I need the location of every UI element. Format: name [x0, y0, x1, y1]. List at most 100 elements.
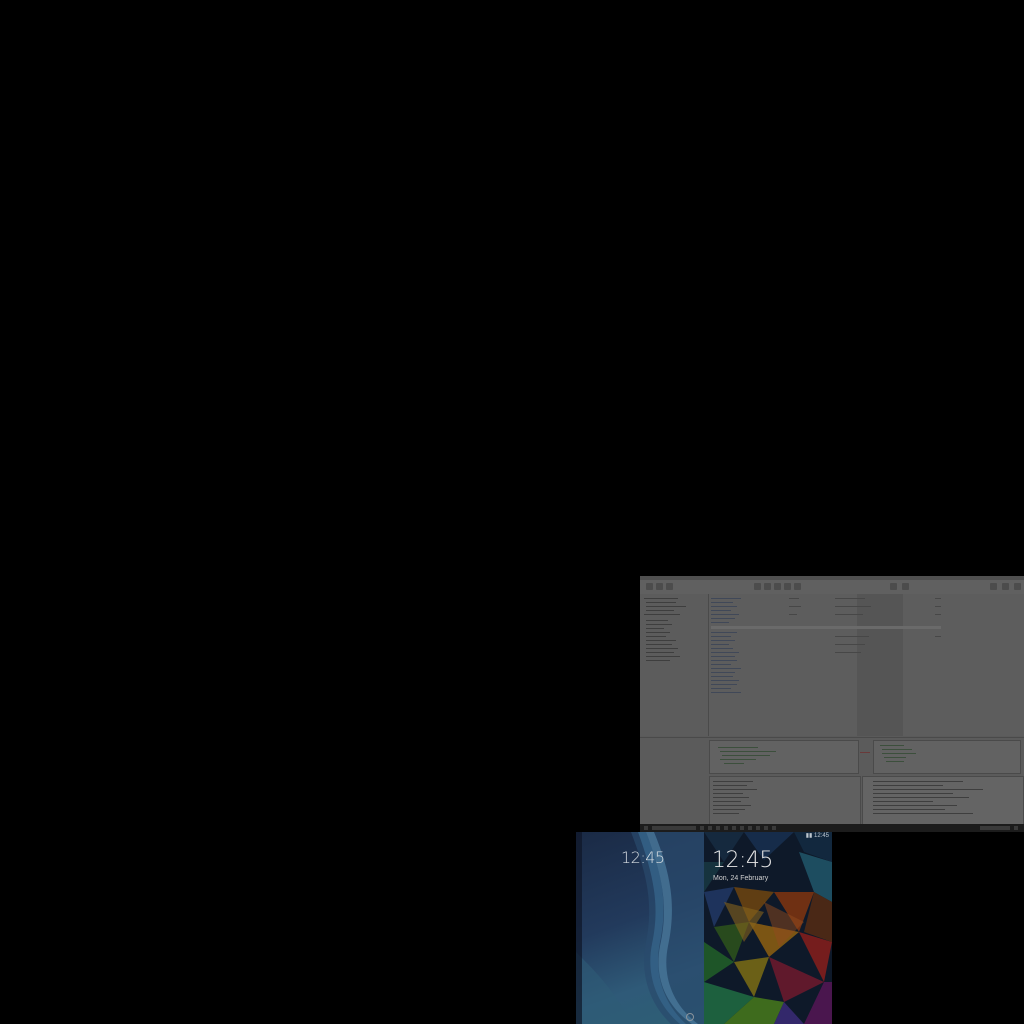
tree-item[interactable] — [646, 640, 676, 641]
table-row[interactable] — [711, 664, 731, 665]
table-row[interactable] — [711, 672, 735, 673]
table-row[interactable] — [711, 692, 741, 693]
taskbar-app-icon[interactable] — [700, 826, 704, 830]
status-time: 12:45 — [813, 833, 829, 839]
phone-lockscreen-right[interactable]: ▮▮ 12:45 12:45 Mon, 24 February — [704, 832, 832, 1024]
tree-item[interactable] — [646, 602, 676, 603]
table-row[interactable] — [711, 618, 735, 619]
tree-item[interactable] — [646, 632, 670, 633]
toolbar-button-icon[interactable] — [1002, 583, 1009, 590]
taskbar-app-icon[interactable] — [764, 826, 768, 830]
table-row[interactable] — [711, 622, 729, 623]
table-row[interactable] — [711, 644, 729, 645]
toolbar-button-icon[interactable] — [794, 583, 801, 590]
tree-item[interactable] — [646, 656, 680, 657]
tree-item[interactable] — [646, 606, 686, 607]
taskbar-app-icon[interactable] — [756, 826, 760, 830]
taskbar-app-icon[interactable] — [772, 826, 776, 830]
tree-item[interactable] — [646, 660, 670, 661]
table-row[interactable] — [711, 632, 737, 633]
table-row[interactable] — [711, 610, 731, 611]
table-cell — [935, 598, 941, 599]
table-row[interactable] — [711, 652, 739, 653]
lock-circle-icon[interactable] — [686, 1013, 694, 1021]
tree-item[interactable] — [644, 598, 678, 599]
tree-item[interactable] — [646, 624, 672, 625]
toolbar-button-icon[interactable] — [646, 583, 653, 590]
tree-item[interactable] — [646, 648, 678, 649]
taskbar-app-icon[interactable] — [732, 826, 736, 830]
system-tray[interactable] — [980, 826, 1010, 830]
toolbar-button-icon[interactable] — [990, 583, 997, 590]
history-list[interactable] — [709, 776, 861, 825]
code-line — [720, 751, 776, 752]
table-row[interactable] — [711, 636, 731, 637]
tree-item[interactable] — [646, 628, 664, 629]
output-log[interactable] — [862, 776, 1024, 825]
taskbar-app-icon[interactable] — [708, 826, 712, 830]
toolbar-button-icon[interactable] — [902, 583, 909, 590]
table-row[interactable] — [711, 688, 731, 689]
table-row[interactable] — [711, 648, 733, 649]
taskbar-app-icon[interactable] — [724, 826, 728, 830]
taskbar-app-icon[interactable] — [748, 826, 752, 830]
toolbar-button-icon[interactable] — [1014, 583, 1021, 590]
list-item[interactable] — [713, 785, 747, 786]
grid-column-shade — [857, 594, 903, 736]
list-item[interactable] — [713, 797, 749, 798]
results-grid[interactable] — [709, 594, 1024, 736]
list-item[interactable] — [713, 801, 741, 802]
toolbar-button-icon[interactable] — [666, 583, 673, 590]
desktop-ide-window[interactable] — [640, 576, 1024, 832]
table-cell — [835, 606, 871, 607]
table-row[interactable] — [711, 680, 739, 681]
list-item[interactable] — [713, 789, 757, 790]
search-box[interactable] — [652, 826, 696, 830]
toolbar-button-icon[interactable] — [784, 583, 791, 590]
diff-change-marker — [860, 752, 870, 753]
diff-right-editor[interactable] — [873, 740, 1021, 774]
table-row[interactable] — [711, 614, 739, 615]
diff-left-editor[interactable] — [709, 740, 859, 774]
table-row[interactable] — [711, 684, 737, 685]
toolbar-button-icon[interactable] — [890, 583, 897, 590]
notification-icon[interactable] — [1014, 826, 1018, 830]
tree-item[interactable] — [646, 636, 666, 637]
table-row[interactable] — [711, 668, 741, 669]
list-item[interactable] — [713, 793, 743, 794]
start-icon[interactable] — [644, 826, 648, 830]
log-line — [873, 797, 969, 798]
log-line — [873, 793, 953, 794]
toolbar-button-icon[interactable] — [774, 583, 781, 590]
toolbar-button-icon[interactable] — [754, 583, 761, 590]
status-bar: ▮▮ 12:45 — [704, 832, 832, 840]
table-cell — [935, 606, 941, 607]
list-item[interactable] — [713, 813, 739, 814]
lockscreen-clock: 12:45 — [621, 848, 665, 867]
table-row[interactable] — [711, 656, 735, 657]
phone-lockscreen-left[interactable]: 12:45 — [576, 832, 704, 1024]
table-row[interactable] — [711, 640, 735, 641]
tree-item[interactable] — [646, 652, 674, 653]
lockscreen-clock: 12:45 — [712, 848, 773, 873]
code-line — [724, 763, 744, 764]
list-item[interactable] — [713, 781, 753, 782]
taskbar-app-icon[interactable] — [716, 826, 720, 830]
table-row[interactable] — [711, 598, 741, 599]
tree-item[interactable] — [644, 614, 680, 615]
list-item[interactable] — [713, 805, 751, 806]
table-row[interactable] — [711, 660, 737, 661]
taskbar-app-icon[interactable] — [740, 826, 744, 830]
table-row[interactable] — [711, 676, 733, 677]
table-row[interactable] — [711, 606, 737, 607]
toolbar-button-icon[interactable] — [764, 583, 771, 590]
list-item[interactable] — [713, 809, 745, 810]
tree-item[interactable] — [646, 610, 674, 611]
table-cell — [789, 606, 801, 607]
selected-table-row[interactable] — [711, 626, 941, 629]
project-tree[interactable] — [640, 594, 709, 736]
toolbar-button-icon[interactable] — [656, 583, 663, 590]
tree-item[interactable] — [646, 644, 672, 645]
table-row[interactable] — [711, 602, 733, 603]
tree-item[interactable] — [646, 620, 668, 621]
